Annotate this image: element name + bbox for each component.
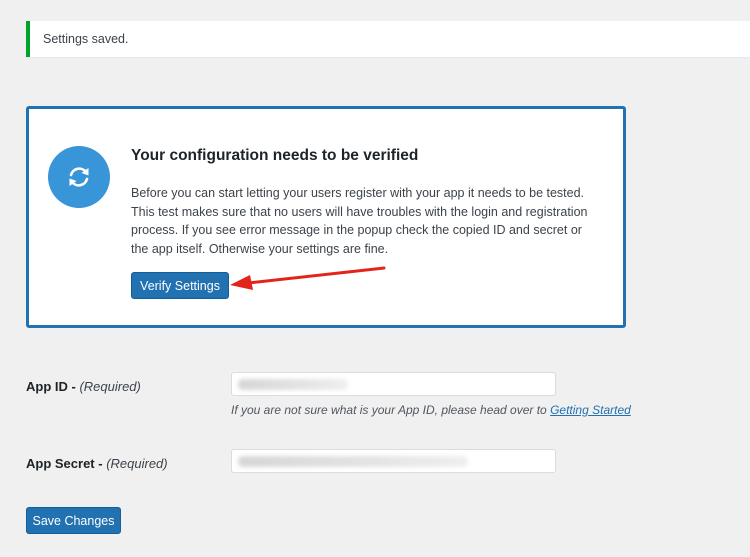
verify-settings-button[interactable]: Verify Settings <box>131 272 229 299</box>
required-tag: (Required) <box>106 456 168 471</box>
required-tag: (Required) <box>79 379 141 394</box>
app-secret-label: App Secret - (Required) <box>26 456 168 471</box>
verify-description: Before you can start letting your users … <box>131 186 588 256</box>
getting-started-link[interactable]: Getting Started <box>550 403 631 417</box>
app-id-label: App ID - (Required) <box>26 379 141 394</box>
app-id-input[interactable] <box>231 372 556 396</box>
app-secret-input[interactable] <box>231 449 556 473</box>
verification-panel: Your configuration needs to be verified … <box>26 106 626 328</box>
redacted-value <box>238 379 348 390</box>
settings-saved-notice: Settings saved. <box>26 21 750 57</box>
save-changes-button[interactable]: Save Changes <box>26 507 121 534</box>
sync-icon <box>48 146 110 208</box>
red-arrow-icon <box>230 266 386 290</box>
app-id-hint: If you are not sure what is your App ID,… <box>231 403 631 417</box>
redacted-value <box>238 456 468 467</box>
notice-text: Settings saved. <box>43 32 129 46</box>
verify-title: Your configuration needs to be verified <box>131 147 419 164</box>
